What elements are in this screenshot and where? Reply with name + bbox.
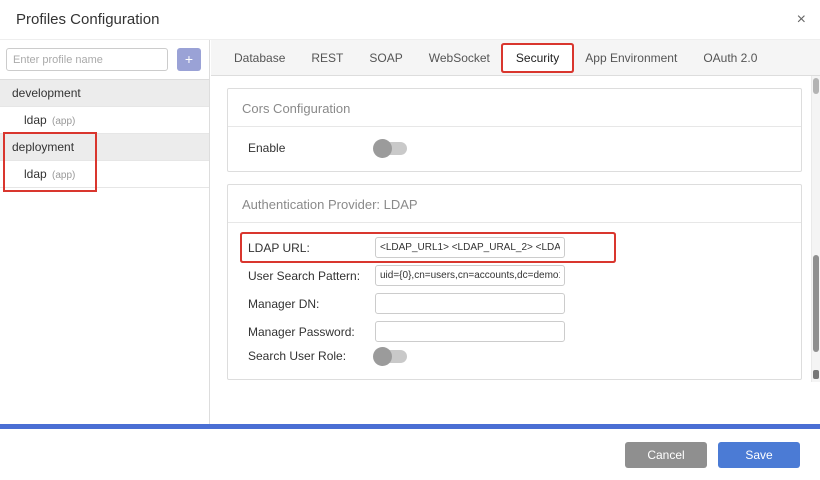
add-profile-button[interactable]: + <box>177 48 201 71</box>
dialog-title: Profiles Configuration <box>16 0 159 40</box>
save-button[interactable]: Save <box>718 442 800 468</box>
ldap-url-input[interactable] <box>375 237 565 258</box>
user-search-pattern-label: User Search Pattern: <box>248 269 375 283</box>
cors-enable-toggle[interactable] <box>375 142 407 155</box>
ldap-url-row: LDAP URL: <box>242 234 614 261</box>
manager-dn-input[interactable] <box>375 293 565 314</box>
tab-app-environment[interactable]: App Environment <box>572 45 690 71</box>
profile-group-label: deployment <box>12 140 74 154</box>
scrollbar-down-arrow[interactable] <box>813 370 819 379</box>
scrollbar-thumb[interactable] <box>813 78 819 94</box>
tab-database[interactable]: Database <box>221 45 298 71</box>
cors-enable-row: Enable <box>242 138 614 158</box>
profile-name-input[interactable] <box>6 48 168 71</box>
profile-item-label: ldap <box>24 113 47 127</box>
profiles-sidebar: + development ldap (app) deployment ldap… <box>0 40 210 424</box>
ldap-provider-card: Authentication Provider: LDAP LDAP URL: … <box>227 184 802 380</box>
profile-group-deployment[interactable]: deployment <box>0 134 209 161</box>
tab-soap[interactable]: SOAP <box>356 45 415 71</box>
scrollbar-thumb[interactable] <box>813 255 819 352</box>
ldap-section-title: Authentication Provider: LDAP <box>228 185 801 223</box>
profile-item-suffix: (app) <box>52 170 75 181</box>
ldap-section-body: LDAP URL: User Search Pattern: Manager D… <box>228 223 801 379</box>
profile-item-suffix: (app) <box>52 116 75 127</box>
vertical-scrollbar[interactable] <box>811 76 820 382</box>
cors-section-title: Cors Configuration <box>228 89 801 127</box>
user-search-pattern-row: User Search Pattern: <box>242 262 614 289</box>
profiles-configuration-dialog: Profiles Configuration × + development l… <box>0 0 820 480</box>
ldap-url-label: LDAP URL: <box>248 241 375 255</box>
cors-configuration-card: Cors Configuration Enable <box>227 88 802 172</box>
profile-group-development[interactable]: development <box>0 80 209 107</box>
tab-websocket[interactable]: WebSocket <box>416 45 503 71</box>
tab-rest[interactable]: REST <box>298 45 356 71</box>
profile-list: development ldap (app) deployment ldap (… <box>0 80 209 188</box>
search-user-role-label: Search User Role: <box>248 349 375 363</box>
dialog-header: Profiles Configuration × <box>0 0 820 40</box>
tab-security[interactable]: Security <box>503 45 572 71</box>
dialog-footer: Cancel Save <box>0 429 820 480</box>
manager-dn-row: Manager DN: <box>242 290 614 317</box>
manager-password-row: Manager Password: <box>242 318 614 345</box>
cancel-button[interactable]: Cancel <box>625 442 707 468</box>
tab-bar: Database REST SOAP WebSocket Security Ap… <box>211 40 820 76</box>
cors-section-body: Enable <box>228 127 801 171</box>
security-tab-content: Cors Configuration Enable Authentication… <box>211 76 820 424</box>
manager-password-label: Manager Password: <box>248 325 375 339</box>
search-user-role-row: Search User Role: <box>242 346 614 366</box>
cors-enable-label: Enable <box>248 141 375 155</box>
close-icon[interactable]: × <box>797 0 806 40</box>
profile-item-label: ldap <box>24 167 47 181</box>
manager-password-input[interactable] <box>375 321 565 342</box>
profile-create-bar: + <box>0 40 209 80</box>
profile-item-ldap-deployment[interactable]: ldap (app) <box>0 161 209 188</box>
profile-group-label: development <box>12 86 81 100</box>
profile-item-ldap-development[interactable]: ldap (app) <box>0 107 209 134</box>
tab-oauth[interactable]: OAuth 2.0 <box>690 45 770 71</box>
user-search-pattern-input[interactable] <box>375 265 565 286</box>
search-user-role-toggle[interactable] <box>375 350 407 363</box>
manager-dn-label: Manager DN: <box>248 297 375 311</box>
